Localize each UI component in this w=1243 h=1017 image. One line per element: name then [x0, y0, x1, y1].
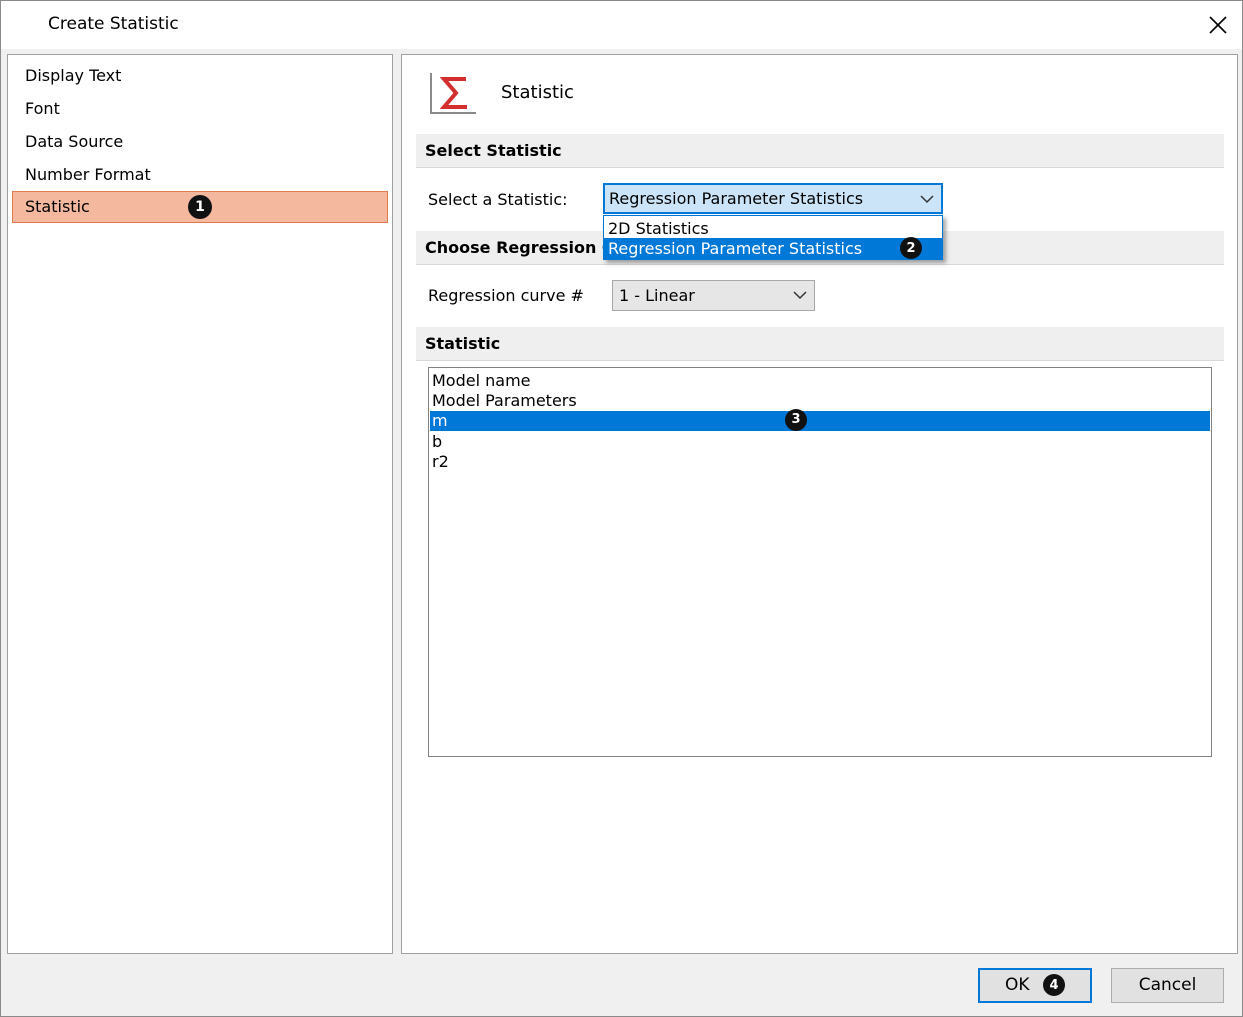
statistic-type-options: 2D Statistics Regression Parameter Stati…	[603, 215, 943, 260]
dialog-title: Create Statistic	[48, 14, 179, 34]
nav-item-label: Number Format	[25, 165, 151, 184]
callout-badge-3: 3	[785, 409, 807, 431]
option-2d-statistics[interactable]: 2D Statistics	[604, 218, 942, 239]
option-label: Regression Parameter Statistics	[608, 239, 863, 258]
option-regression-parameter-statistics[interactable]: Regression Parameter Statistics 2	[604, 237, 942, 259]
category-list: Display Text Font Data Source Number For…	[7, 54, 393, 954]
ok-button-label: OK	[1005, 975, 1030, 995]
statistic-settings-panel: Statistic Select Statistic Select a Stat…	[401, 54, 1238, 954]
nav-item-label: Font	[25, 99, 60, 118]
nav-item-label: Data Source	[25, 132, 124, 151]
chevron-down-icon	[793, 291, 807, 300]
close-icon	[1209, 16, 1227, 34]
list-item-selected[interactable]: m 3	[430, 409, 1210, 431]
close-button[interactable]	[1194, 1, 1242, 49]
nav-item-number-format[interactable]: Number Format	[12, 159, 388, 191]
ok-button[interactable]: OK 4	[978, 968, 1092, 1003]
nav-item-data-source[interactable]: Data Source	[12, 126, 388, 158]
nav-item-label: Statistic	[25, 197, 90, 216]
statistic-listbox[interactable]: Model name Model Parameters m 3 b r2	[428, 367, 1212, 757]
create-statistic-dialog: Create Statistic Display Text Font Data …	[0, 0, 1243, 1017]
dropdown-value: 1 - Linear	[619, 286, 695, 305]
callout-badge-1: 1	[188, 195, 212, 219]
panel-title: Statistic	[501, 82, 574, 103]
list-item[interactable]: r2	[430, 452, 1210, 472]
callout-badge-2: 2	[900, 237, 922, 259]
list-item[interactable]: Model Parameters	[430, 391, 1210, 411]
list-item[interactable]: b	[430, 432, 1210, 452]
nav-item-label: Display Text	[25, 66, 122, 85]
cancel-button[interactable]: Cancel	[1111, 968, 1224, 1003]
dropdown-value: Regression Parameter Statistics	[609, 189, 864, 208]
nav-item-font[interactable]: Font	[12, 93, 388, 125]
nav-item-display-text[interactable]: Display Text	[12, 60, 388, 92]
regression-curve-label: Regression curve #	[428, 286, 584, 305]
chevron-down-icon	[920, 195, 934, 204]
sigma-icon	[430, 73, 476, 114]
regression-curve-dropdown[interactable]: 1 - Linear	[612, 280, 815, 311]
list-item[interactable]: Model name	[430, 371, 1210, 391]
section-statistic: Statistic	[416, 327, 1224, 361]
nav-item-statistic[interactable]: Statistic 1	[12, 191, 388, 223]
select-statistic-label: Select a Statistic:	[428, 190, 568, 209]
section-select-statistic: Select Statistic	[416, 134, 1224, 168]
list-item-label: m	[432, 411, 448, 430]
callout-badge-4: 4	[1042, 974, 1065, 996]
title-bar: Create Statistic	[1, 1, 1242, 49]
statistic-type-dropdown[interactable]: Regression Parameter Statistics	[603, 183, 943, 214]
